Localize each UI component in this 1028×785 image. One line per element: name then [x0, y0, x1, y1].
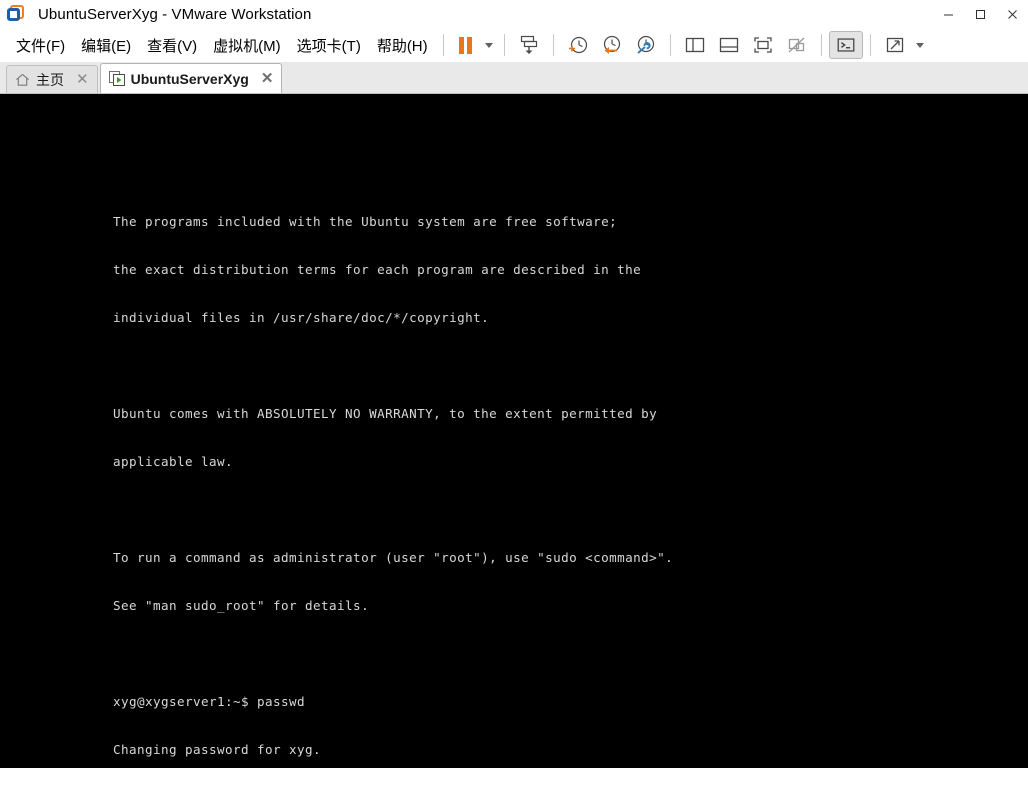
terminal-line: Changing password for xyg.: [113, 742, 322, 757]
terminal-line: Ubuntu comes with ABSOLUTELY NO WARRANTY…: [113, 406, 658, 421]
stretch-view-button[interactable]: [878, 31, 912, 59]
stretch-arrows-icon: [886, 37, 903, 53]
unity-mode-disabled-icon: [788, 37, 805, 53]
pause-icon: [459, 36, 473, 54]
menu-file[interactable]: 文件(F): [8, 32, 73, 59]
vmware-logo-icon: [6, 4, 26, 24]
enter-fullscreen-button[interactable]: [746, 31, 780, 59]
side-panel-icon: [685, 37, 704, 53]
tab-home[interactable]: 主页 ✕: [6, 65, 98, 93]
menu-virtual-machine[interactable]: 虚拟机(M): [205, 32, 289, 59]
snapshot-revert-clock-icon: [603, 35, 620, 54]
tab-home-close-icon[interactable]: ✕: [74, 72, 91, 87]
show-library-button[interactable]: [678, 31, 712, 59]
console-prompt-icon: [837, 38, 855, 52]
power-dropdown-button[interactable]: [481, 31, 497, 59]
menu-view[interactable]: 查看(V): [139, 32, 205, 59]
tab-home-label: 主页: [36, 71, 64, 88]
window-controls: [932, 0, 1028, 28]
vm-play-icon: [108, 71, 125, 86]
terminal-line: See "man sudo_root" for details.: [113, 598, 370, 613]
menu-tabs[interactable]: 选项卡(T): [289, 32, 369, 59]
snapshot-add-clock-icon: [568, 36, 587, 54]
toolbar-separator: [669, 34, 671, 56]
snapshot-manager-clock-icon: [636, 35, 654, 54]
menu-edit[interactable]: 编辑(E): [73, 32, 139, 59]
terminal-line: the exact distribution terms for each pr…: [113, 262, 642, 277]
maximize-button[interactable]: [964, 1, 996, 27]
toolbar-separator: [552, 34, 554, 56]
window-title: UbuntuServerXyg - VMware Workstation: [38, 5, 312, 23]
chevron-down-icon: [915, 42, 924, 48]
terminal-line: To run a command as administrator (user …: [113, 550, 674, 565]
tab-ubuntuserverxyg-close-icon[interactable]: ✕: [259, 71, 276, 86]
home-icon: [15, 73, 30, 87]
terminal-line: xyg@xygserver1:~$ passwd: [113, 694, 306, 709]
close-button[interactable]: [996, 1, 1028, 27]
toolbar-separator: [503, 34, 505, 56]
show-thumbnail-bar-button[interactable]: [712, 31, 746, 59]
stretch-dropdown-button[interactable]: [912, 31, 928, 59]
send-ctrl-alt-del-button[interactable]: [512, 31, 546, 59]
toolbar-separator: [442, 34, 444, 56]
menu-bar: 文件(F) 编辑(E) 查看(V) 虚拟机(M) 选项卡(T) 帮助(H): [0, 28, 1028, 62]
tab-ubuntuserverxyg-label: UbuntuServerXyg: [130, 70, 249, 87]
take-snapshot-button[interactable]: [561, 31, 595, 59]
toolbar-separator: [869, 34, 871, 56]
console-view-button[interactable]: [828, 31, 863, 59]
bottom-panel-icon: [719, 37, 738, 53]
minimize-button[interactable]: [932, 1, 964, 27]
tab-ubuntuserverxyg[interactable]: UbuntuServerXyg ✕: [99, 63, 283, 93]
revert-snapshot-button[interactable]: [595, 31, 629, 59]
title-bar: UbuntuServerXyg - VMware Workstation: [0, 0, 1028, 28]
manage-snapshots-button[interactable]: [629, 31, 663, 59]
fullscreen-icon: [753, 37, 772, 53]
suspend-button[interactable]: [451, 31, 481, 59]
terminal-line: applicable law.: [113, 454, 234, 469]
terminal-line: The programs included with the Ubuntu sy…: [113, 214, 618, 229]
terminal-line: individual files in /usr/share/doc/*/cop…: [113, 310, 490, 325]
unity-mode-button[interactable]: [780, 31, 814, 59]
chevron-down-icon: [484, 42, 493, 48]
toolbar-separator: [820, 34, 822, 56]
menu-help[interactable]: 帮助(H): [369, 32, 436, 59]
send-keys-icon: [520, 35, 537, 54]
vm-console[interactable]: The programs included with the Ubuntu sy…: [0, 94, 1028, 768]
terminal-text: The programs included with the Ubuntu sy…: [113, 182, 809, 768]
tab-strip: 主页 ✕ UbuntuServerXyg ✕: [0, 62, 1028, 94]
